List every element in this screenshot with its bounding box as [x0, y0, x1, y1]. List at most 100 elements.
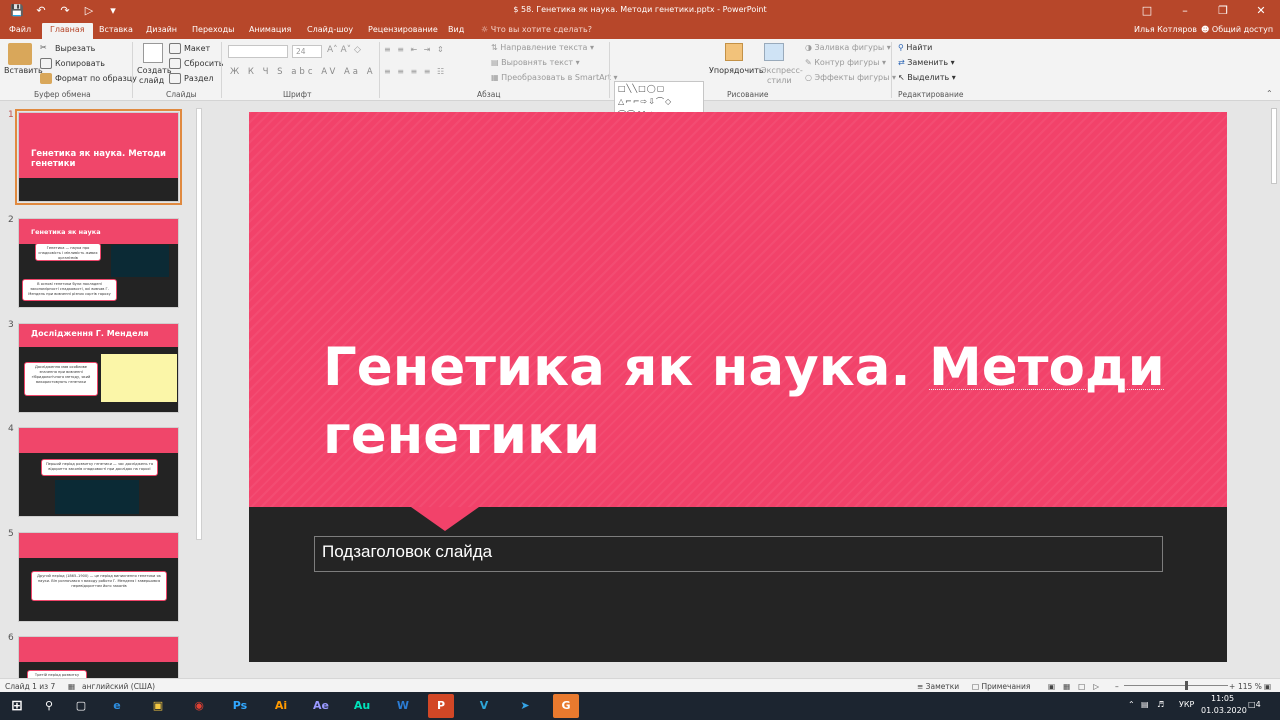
paste-button[interactable]: Вставить [4, 66, 43, 75]
windows-start-icon[interactable]: ⊞ [4, 694, 30, 718]
zoom-in-button[interactable]: + [1229, 682, 1235, 691]
shape-outline-button[interactable]: ✎ Контур фигуры ▾ [805, 58, 886, 67]
slide-thumbnail-6[interactable]: Третій період розвитку [18, 636, 179, 678]
title-text-part: Генетика як наука. [323, 337, 930, 398]
tab-insert[interactable]: Вставка [99, 25, 133, 34]
shape-fill-button[interactable]: ◑ Заливка фигуры ▾ [805, 43, 891, 52]
thumbnail-scrollbar[interactable] [194, 102, 204, 678]
section-button[interactable]: Раздел [169, 73, 214, 84]
slide-thumbnail-3[interactable]: Дослідження Г. Менделя Дослідження мав о… [18, 323, 179, 413]
tab-design[interactable]: Дизайн [146, 25, 177, 34]
collapse-ribbon-icon[interactable]: ⌃ [1266, 89, 1273, 98]
slide-thumbnail-pane[interactable]: 1 Генетика як наука. Методи генетики 2 Г… [0, 102, 205, 678]
replace-button[interactable]: ⇄ Заменить ▾ [898, 58, 955, 67]
task-view-icon[interactable]: ▢ [68, 694, 94, 718]
vegas-icon[interactable]: V [471, 694, 497, 718]
illustrator-icon[interactable]: Ai [268, 694, 294, 718]
brush-icon [40, 73, 52, 84]
ribbon: Вставить ✂ Вырезать Копировать Формат по … [0, 39, 1280, 123]
file-explorer-icon[interactable]: ▣ [145, 694, 171, 718]
clock-date[interactable]: 01.03.2020 [1201, 706, 1247, 715]
volume-icon[interactable]: ♬ [1157, 700, 1164, 709]
align-text-button[interactable]: ▤ Выровнять текст ▾ [491, 58, 580, 67]
cut-button[interactable]: ✂ Вырезать [40, 43, 95, 54]
layout-button[interactable]: Макет [169, 43, 210, 54]
tab-view[interactable]: Вид [448, 25, 464, 34]
scrollbar-thumb[interactable] [196, 108, 202, 540]
slide-canvas[interactable]: Генетика як наука. Методи генетики Подзаг… [249, 112, 1227, 662]
slide-thumbnail-5[interactable]: Другий період (1865–1900) — це період ви… [18, 532, 179, 622]
minimize-button[interactable]: – [1166, 0, 1204, 22]
comments-button[interactable]: □ Примечания [972, 682, 1030, 691]
fit-slide-icon[interactable]: ▣ [1264, 682, 1271, 691]
slide-thumbnail-1[interactable]: Генетика як наука. Методи генетики [15, 109, 182, 205]
slide-thumbnail-4[interactable]: Перший період розвитку генетики — час до… [18, 427, 179, 517]
tab-review[interactable]: Рецензирование [368, 25, 438, 34]
quick-styles-button-line1[interactable]: Экспресс- [761, 66, 803, 75]
shape-effects-button[interactable]: ○ Эффекты фигуры ▾ [805, 73, 896, 82]
tab-home[interactable]: Главная [42, 23, 93, 39]
notification-center-icon[interactable]: □4 [1248, 700, 1261, 709]
language-indicator[interactable]: английский (США) [82, 682, 155, 691]
quick-styles-button-line2[interactable]: стили [767, 76, 792, 85]
zoom-out-button[interactable]: – [1115, 682, 1119, 691]
scrollbar-thumb[interactable] [1271, 108, 1277, 184]
chrome-icon[interactable]: ◉ [186, 694, 212, 718]
chromosome-image [55, 480, 139, 514]
smartart-button[interactable]: ▦ Преобразовать в SmartArt ▾ [491, 73, 618, 82]
view-buttons[interactable]: ▣▦□▷ [1048, 682, 1107, 691]
font-formatting-icons[interactable]: Ж К Ч S abc AV Aa A [230, 67, 376, 77]
font-name-box[interactable] [228, 45, 288, 58]
slide-thumbnail-2[interactable]: Генетика як наука Генетика — наука про с… [18, 218, 179, 308]
network-icon[interactable]: ▤ [1141, 700, 1149, 709]
ribbon-display-options-icon[interactable]: □ [1128, 0, 1166, 22]
audition-icon[interactable]: Au [349, 694, 375, 718]
reset-button[interactable]: Сбросить [169, 58, 223, 69]
new-slide-button-line2[interactable]: слайд [139, 76, 164, 85]
zoom-slider-thumb[interactable] [1185, 681, 1188, 690]
person-icon: ☻ [1201, 25, 1212, 34]
app-icon[interactable]: G [553, 694, 579, 718]
zoom-level[interactable]: 115 % [1238, 682, 1262, 691]
clock-time[interactable]: 11:05 [1211, 694, 1234, 703]
tab-slideshow[interactable]: Слайд-шоу [307, 25, 353, 34]
copy-button[interactable]: Копировать [40, 58, 105, 69]
restore-button[interactable]: ❐ [1204, 0, 1242, 22]
tray-up-arrow-icon[interactable]: ⌃ [1128, 700, 1135, 709]
arrange-button[interactable]: Упорядочить [709, 66, 764, 75]
notes-button[interactable]: ≡ Заметки [917, 682, 959, 691]
input-language[interactable]: УКР [1179, 700, 1194, 709]
align-icons[interactable]: ≡ ≡ ≡ ≡ ☷ [384, 67, 446, 76]
tell-me-box[interactable]: ☼ Что вы хотите сделать? [481, 25, 592, 34]
share-button[interactable]: ☻ Общий доступ [1201, 25, 1273, 34]
user-name[interactable]: Илья Котляров [1134, 25, 1197, 34]
text-direction-button[interactable]: ⇅ Направление текста ▾ [491, 43, 594, 52]
after-effects-icon[interactable]: Ae [308, 694, 334, 718]
tell-me-text: Что вы хотите сделать? [490, 25, 592, 34]
group-separator [132, 42, 133, 98]
spellcheck-icon[interactable]: ▦ [68, 682, 75, 691]
format-painter-button[interactable]: Формат по образцу [40, 73, 137, 84]
slide-scrollbar[interactable] [1268, 102, 1280, 678]
group-label-font: Шрифт [283, 90, 312, 99]
font-size-box[interactable]: 24 [292, 45, 322, 58]
zoom-slider-track[interactable] [1124, 685, 1228, 686]
photoshop-icon[interactable]: Ps [227, 694, 253, 718]
windows-taskbar: ⊞ ⚲ ▢ e ▣ ◉ Ps Ai Ae Au W P V ➤ G ⌃ ▤ ♬ … [0, 692, 1280, 720]
tab-file[interactable]: Файл [9, 25, 31, 34]
slide-title[interactable]: Генетика як наука. Методи генетики [323, 334, 1183, 470]
tab-transitions[interactable]: Переходы [192, 25, 234, 34]
telegram-icon[interactable]: ➤ [512, 694, 538, 718]
subtitle-placeholder[interactable]: Подзаголовок слайда [314, 536, 1163, 572]
new-slide-button-line1[interactable]: Создать [137, 66, 172, 75]
search-icon[interactable]: ⚲ [36, 694, 62, 718]
word-icon[interactable]: W [390, 694, 416, 718]
font-grow-shrink-icons[interactable]: A˄ A˅ ◇ [327, 45, 361, 55]
powerpoint-icon[interactable]: P [428, 694, 454, 718]
select-button[interactable]: ↖ Выделить ▾ [898, 73, 956, 82]
tab-animations[interactable]: Анимация [249, 25, 291, 34]
edge-icon[interactable]: e [104, 694, 130, 718]
list-indent-icons[interactable]: ≡ ≡ ⇤ ⇥ ⇕ [384, 45, 446, 54]
close-button[interactable]: ✕ [1242, 0, 1280, 22]
find-button[interactable]: ⚲ Найти [898, 43, 932, 52]
